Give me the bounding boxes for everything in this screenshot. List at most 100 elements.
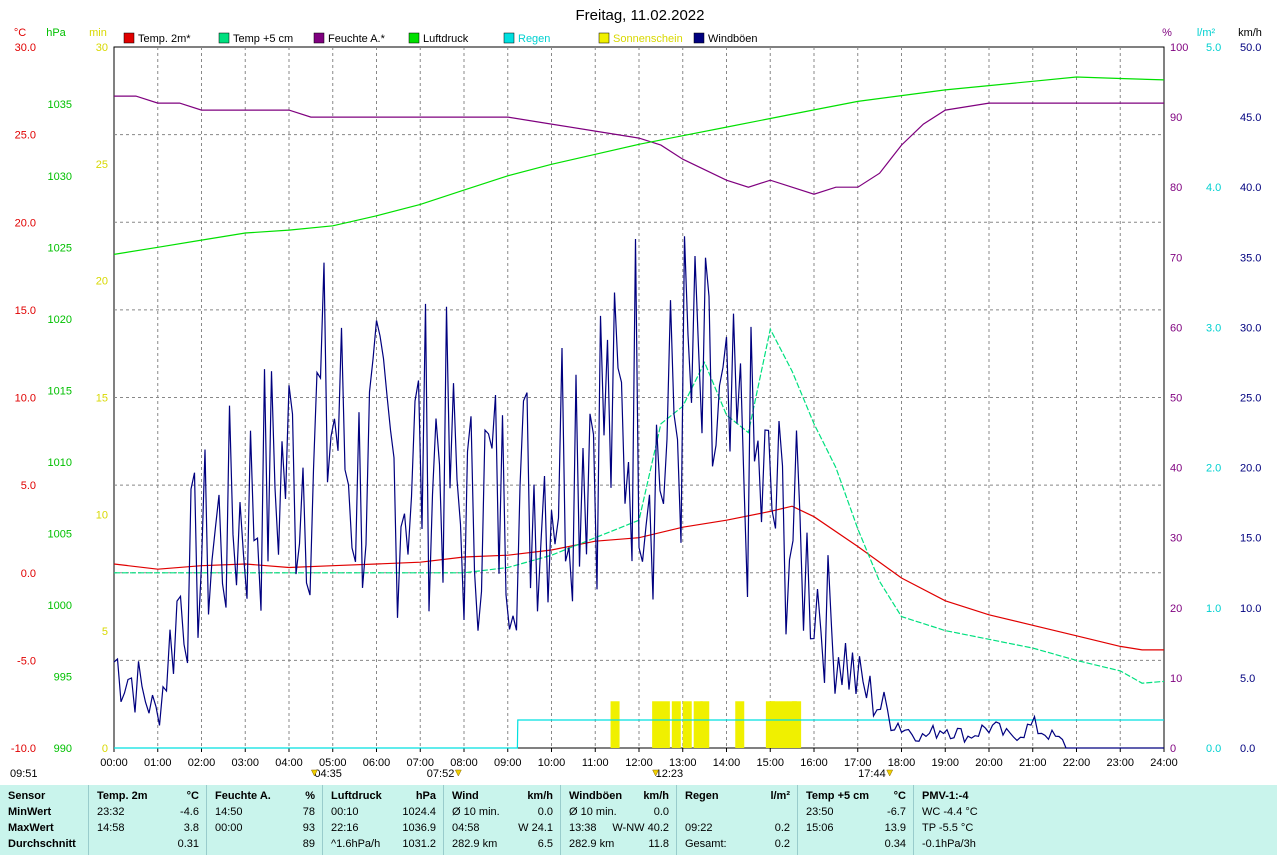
- stats-cell: 09:22: [685, 822, 713, 834]
- stats-column: Feuchte A.% 14:50 78 00:00 93 89: [206, 785, 323, 855]
- wind-tick-label: 10.0: [1240, 603, 1261, 615]
- stats-cell: 11.8: [648, 838, 669, 850]
- temp-tick-label: 15.0: [15, 305, 36, 317]
- stats-cell: Luftdruck: [331, 790, 382, 802]
- stats-row: -0.1hPa/3h: [914, 836, 1034, 852]
- stats-cell: Durchschnitt: [8, 838, 76, 850]
- stats-cell: 22:16: [331, 822, 359, 834]
- sunshine-bar: [792, 701, 802, 748]
- rain-tick-label: 4.0: [1206, 182, 1221, 194]
- stats-row: Ø 10 min. 0.0: [561, 804, 677, 820]
- stats-cell: Temp. 2m: [97, 790, 148, 802]
- stats-header: Sensor: [0, 788, 88, 804]
- stats-cell: 04:58: [452, 822, 480, 834]
- time-marker-label: 07:52: [427, 768, 455, 780]
- stats-cell: °C: [186, 790, 199, 802]
- x-tick-label: 02:00: [188, 757, 216, 769]
- stats-cell: Ø 10 min.: [569, 806, 617, 818]
- stats-cell: W-NW 40.2: [612, 822, 669, 834]
- stats-header: Temp +5 cm °C: [798, 788, 914, 804]
- stats-column: Windböen km/h Ø 10 min. 0.0 13:38 W-NW 40.2 28…: [560, 785, 677, 855]
- x-tick-label: 21:00: [1019, 757, 1047, 769]
- stats-header: Wind km/h: [444, 788, 561, 804]
- stats-table: Sensor MinWert MaxWert Durchschnitt Temp. 2m…: [0, 785, 1277, 855]
- legend-label: Temp. 2m*: [138, 33, 191, 45]
- stats-row: WC -4.4 °C: [914, 804, 1034, 820]
- stats-row: TP -5.5 °C: [914, 820, 1034, 836]
- stats-row: 282.9 km 11.8: [561, 836, 677, 852]
- time-marker-label: 09:51: [10, 768, 38, 780]
- stats-row: ^1.6hPa/h 1031.2: [323, 836, 444, 852]
- sun-tick-label: 10: [96, 509, 108, 521]
- press-tick-label: 1025: [48, 242, 72, 254]
- legend-swatch: [123, 32, 135, 44]
- stats-row: 00:10 1024.4: [323, 804, 444, 820]
- sunshine-bar: [779, 701, 788, 748]
- stats-row: 04:58 W 24.1: [444, 820, 561, 836]
- stats-cell: 23:50: [806, 806, 834, 818]
- press-tick-label: 1010: [48, 457, 72, 469]
- press-tick-label: 1030: [48, 171, 72, 183]
- stats-row: [677, 804, 798, 820]
- stats-cell: 282.9 km: [452, 838, 498, 850]
- hum-tick-label: 80: [1170, 182, 1182, 194]
- legend-swatch: [598, 32, 610, 44]
- stats-cell: 23:32: [97, 806, 125, 818]
- x-tick-label: 00:00: [100, 757, 128, 769]
- sun-tick-label: 25: [96, 159, 108, 171]
- stats-header: Feuchte A.%: [207, 788, 323, 804]
- hum-tick-label: 40: [1170, 463, 1182, 475]
- wind-tick-label: 5.0: [1240, 673, 1255, 685]
- legend-swatch: [313, 32, 325, 44]
- legend-label: Feuchte A.*: [328, 33, 386, 45]
- sun-tick-label: 20: [96, 276, 108, 288]
- stats-cell: PMV-1:-4: [922, 790, 969, 802]
- stats-column: Wind km/h Ø 10 min. 0.0 04:58 W 24.1 282.9 km 6…: [443, 785, 561, 855]
- temp-tick-label: 10.0: [15, 393, 36, 405]
- wind-tick-label: 25.0: [1240, 393, 1261, 405]
- press-tick-label: 990: [54, 743, 72, 755]
- time-marker-label: 12:23: [656, 768, 684, 780]
- temp-tick-label: 25.0: [15, 130, 36, 142]
- temp-tick-label: 0.0: [21, 568, 36, 580]
- stats-row: Gesamt: 0.2: [677, 836, 798, 852]
- stats-cell: Gesamt:: [685, 838, 727, 850]
- stats-row: 22:16 1036.9: [323, 820, 444, 836]
- temp-tick-label: 20.0: [15, 217, 36, 229]
- stats-cell: 15:06: [806, 822, 834, 834]
- stats-cell: 0.0: [653, 806, 669, 818]
- stats-cell: Ø 10 min.: [452, 806, 500, 818]
- hum-tick-label: 0: [1170, 743, 1176, 755]
- press-tick-label: 995: [54, 671, 72, 683]
- stats-row: Durchschnitt: [0, 836, 88, 852]
- stats-cell: 0.2: [774, 822, 790, 834]
- time-marker-label: 04:35: [314, 768, 342, 780]
- stats-row: 14:50 78: [207, 804, 323, 820]
- legend-swatch: [218, 32, 230, 44]
- legend-label: Luftdruck: [423, 33, 469, 45]
- stats-cell: 6.5: [537, 838, 553, 850]
- stats-cell: 14:50: [215, 806, 243, 818]
- wind-tick-label: 50.0: [1240, 42, 1261, 54]
- stats-row: MaxWert: [0, 820, 88, 836]
- stats-cell: 0.2: [774, 838, 790, 850]
- stats-cell: 78: [302, 806, 315, 818]
- stats-cell: 1031.2: [402, 838, 436, 850]
- stats-row: 14:58 3.8: [89, 820, 207, 836]
- stats-cell: Feuchte A.: [215, 790, 271, 802]
- rain-tick-label: 1.0: [1206, 603, 1221, 615]
- time-marker-label: 17:44: [858, 768, 886, 780]
- hum-tick-label: 100: [1170, 42, 1188, 54]
- sun-tick-label: 15: [96, 393, 108, 405]
- rain-tick-label: 2.0: [1206, 463, 1221, 475]
- rain-tick-label: 5.0: [1206, 42, 1221, 54]
- stats-cell: -0.1hPa/3h: [922, 838, 976, 850]
- temp-tick-label: 5.0: [21, 480, 36, 492]
- sun-tick-label: 0: [102, 743, 108, 755]
- stats-cell: -4.6: [180, 806, 199, 818]
- legend-swatch: [503, 32, 515, 44]
- stats-cell: MinWert: [8, 806, 52, 818]
- sunshine-bar: [652, 701, 662, 748]
- stats-row: 0.31: [89, 836, 207, 852]
- stats-row: 89: [207, 836, 323, 852]
